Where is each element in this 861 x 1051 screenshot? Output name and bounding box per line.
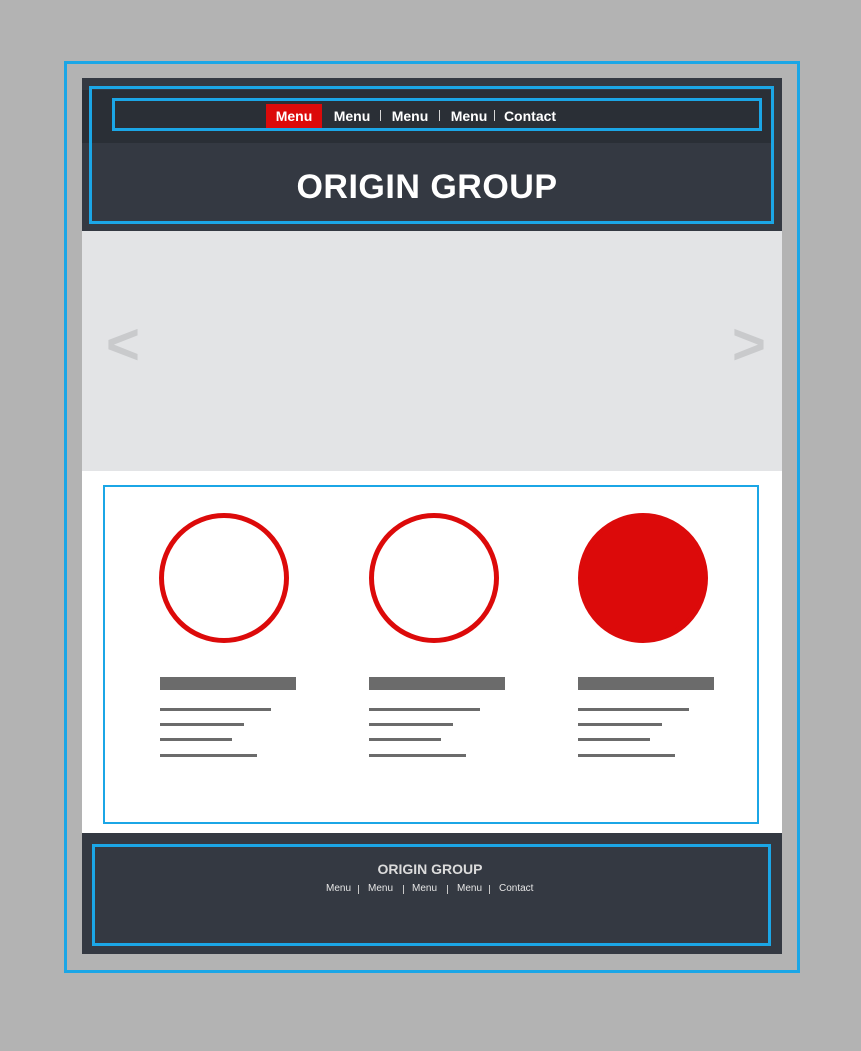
layout-guide-footer bbox=[92, 844, 771, 946]
layout-guide-nav bbox=[112, 98, 762, 131]
layout-guide-content bbox=[103, 485, 759, 824]
